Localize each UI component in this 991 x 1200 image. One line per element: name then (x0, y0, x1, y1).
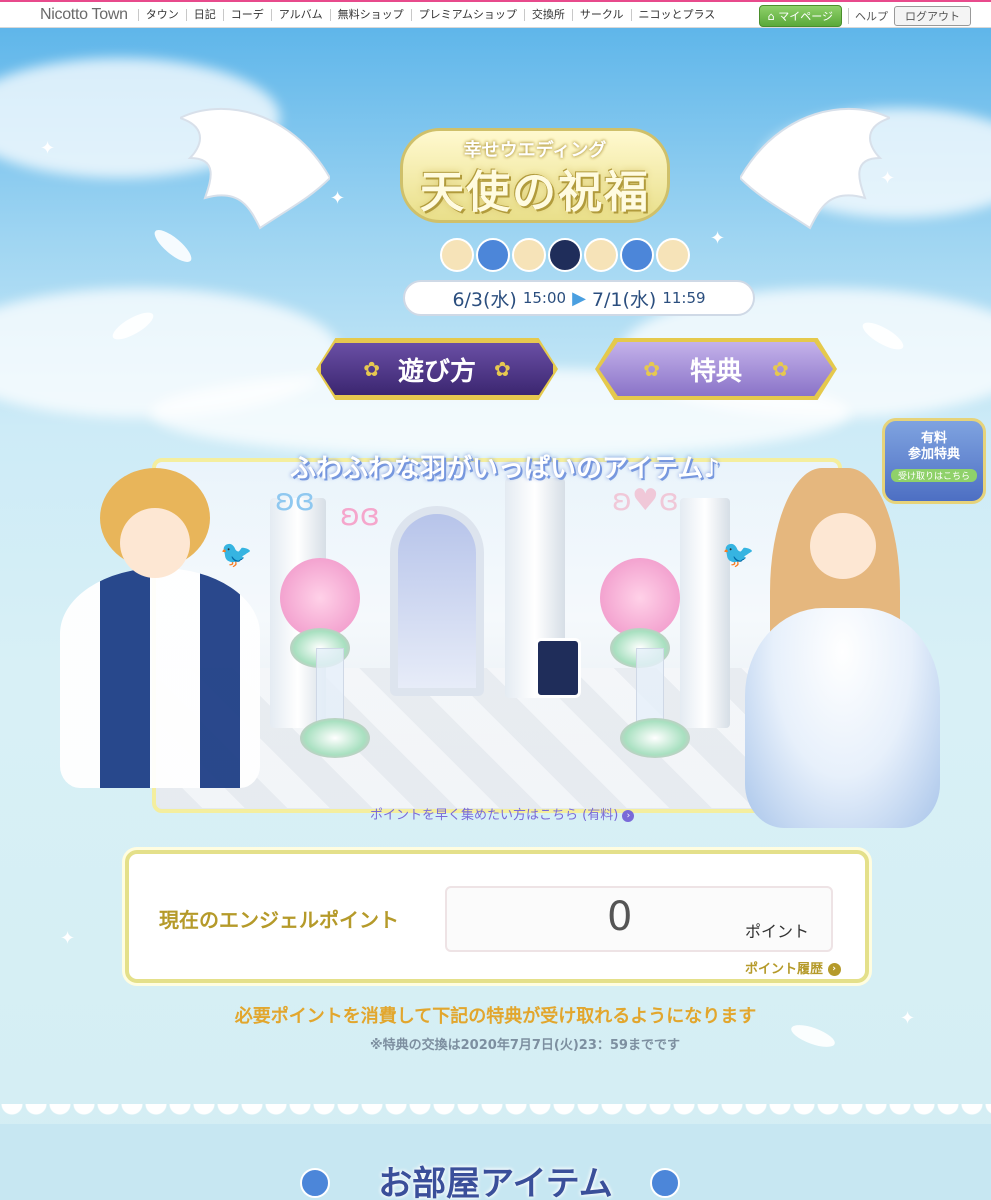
logout-button[interactable]: ログアウト (894, 6, 971, 26)
event-title: 天使の祝福 (420, 167, 650, 218)
top-nav: Nicotto Town タウン 日記 コーデ アルバム 無料ショップ プレミア… (0, 0, 991, 28)
flower-icon: ✿ (363, 357, 380, 381)
column-decoration (680, 498, 730, 728)
blue-wing-icon: ʚɞ (275, 483, 315, 518)
event-period: 6/3(水) 15:00 ▶ 7/1(水) 11:59 (403, 280, 755, 316)
groom-face (120, 508, 190, 578)
bonus-button[interactable]: ✿ 特典 ✿ (599, 342, 833, 396)
left-wing-icon (180, 107, 330, 230)
sparkle-icon: ✦ (40, 138, 56, 159)
start-date: 6/3(水) (452, 288, 517, 311)
room-items-heading: お部屋アイテム (378, 1164, 613, 1200)
flower-bouquet (300, 718, 370, 758)
rose-icon (512, 238, 546, 272)
mypage-button[interactable]: ⌂ マイページ (758, 5, 842, 27)
pink-wing-icon: ʚɞ (340, 498, 380, 533)
rose-icon (440, 238, 474, 272)
right-wing-icon (740, 107, 890, 230)
flower-icon: ✿ (772, 357, 789, 381)
nav-right: ⌂ マイページ ヘルプ ログアウト (758, 5, 971, 27)
nav-link-premium-shop[interactable]: プレミアムショップ (410, 8, 524, 21)
bluebird-icon: 🐦 (220, 540, 253, 570)
exchange-notice: 必要ポイントを消費して下記の特典が受け取れるようになります (234, 1006, 757, 1027)
end-date: 7/1(水) (591, 288, 657, 311)
points-value: 0 (607, 894, 633, 940)
points-history-link[interactable]: ポイント履歴 › (745, 958, 841, 977)
nav-link-diary[interactable]: 日記 (185, 8, 223, 21)
groom-coat (60, 568, 260, 788)
howto-button[interactable]: ✿ 遊び方 ✿ (318, 340, 556, 398)
paid-badge-sub: 受け取りはこちら (891, 469, 977, 482)
paid-badge-line1: 有料 (920, 431, 947, 446)
nav-link-album[interactable]: アルバム (270, 8, 330, 21)
points-panel: 現在のエンジェルポイント 0 ポイント ポイント履歴 › (125, 850, 869, 983)
home-icon: ⌂ (767, 10, 779, 23)
rose-icon (620, 238, 654, 272)
nav-link-town[interactable]: タウン (137, 8, 186, 21)
mirror-item (390, 506, 484, 696)
nav-link-free-shop[interactable]: 無料ショップ (329, 8, 411, 21)
rose-icon (476, 238, 510, 272)
lace-border (0, 1104, 991, 1128)
points-display: 0 ポイント (445, 886, 833, 952)
chevron-right-icon: › (622, 809, 635, 822)
bluebird-icon: 🐦 (722, 540, 755, 570)
event-logo: 幸せウエディング 天使の祝福 (180, 88, 890, 288)
nav-link-coordinate[interactable]: コーデ (222, 8, 271, 21)
nav-link-circle[interactable]: サークル (571, 8, 631, 21)
nav-link-nicotto-plus[interactable]: ニコッとプラス (630, 8, 723, 21)
site-logo[interactable]: Nicotto Town (0, 6, 138, 24)
bride-dress (745, 608, 940, 828)
help-link[interactable]: ヘルプ (848, 8, 888, 24)
pink-feather-item (600, 558, 680, 638)
heart-wing-icon: ʚ♥ɞ (612, 483, 679, 518)
flower-bouquet (620, 718, 690, 758)
rose-icon (548, 238, 582, 272)
points-unit: ポイント (745, 922, 810, 941)
rose-icon (584, 238, 618, 272)
mini-outfit-item (535, 638, 581, 698)
exchange-deadline: ※特典の交換は2020年7月7日(火)23：59までです (370, 1038, 680, 1053)
end-time: 11:59 (662, 289, 706, 307)
pink-feather-item (280, 558, 360, 638)
buy-points-link[interactable]: ポイントを早く集めたい方はこちら (有料) › (370, 804, 690, 823)
flower-icon: ✿ (643, 357, 660, 381)
rose-row (440, 238, 690, 272)
rose-icon (656, 238, 690, 272)
flower-icon: ✿ (494, 357, 511, 381)
points-label: 現在のエンジェルポイント (159, 908, 399, 932)
start-time: 15:00 (522, 289, 567, 307)
paid-bonus-badge[interactable]: 有料 参加特典 受け取りはこちら (882, 418, 986, 504)
tiled-floor (160, 668, 834, 808)
chevron-right-icon: › (827, 963, 841, 976)
nav-link-exchange[interactable]: 交換所 (523, 8, 572, 21)
sparkle-icon: ✦ (60, 928, 76, 949)
play-arrow-icon: ▶ (572, 287, 586, 309)
showcase-title: ふわふわな羽がいっぱいのアイテム♪ (290, 454, 720, 484)
paid-badge-line2: 参加特典 (907, 447, 960, 462)
bride-face (810, 513, 876, 579)
event-hero: ✦ ✦ ✦ ✦ ✦ ✦ 幸せウエディング 天使の祝福 6/3(水) 15:00 … (0, 28, 991, 1200)
